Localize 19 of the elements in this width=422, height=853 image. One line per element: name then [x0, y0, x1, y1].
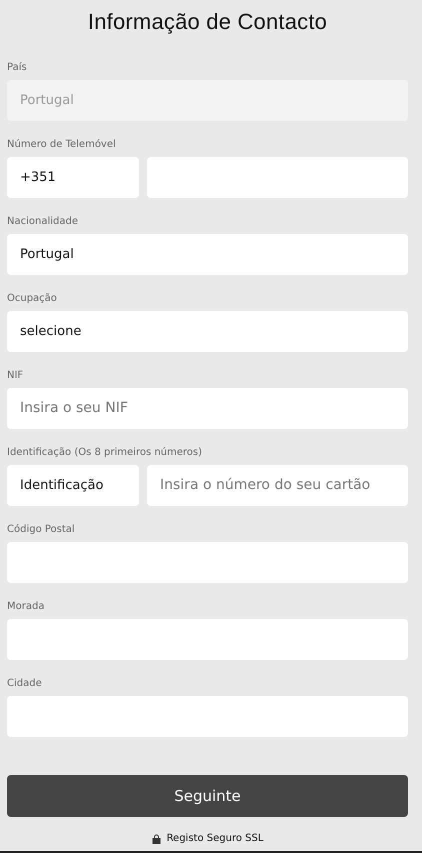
field-label: Identificação (Os 8 primeiros números) [7, 446, 202, 460]
input-field[interactable]: Identificação [7, 465, 139, 506]
input-field[interactable]: Portugal [7, 234, 408, 275]
field-label: Nacionalidade [7, 215, 78, 229]
input-field[interactable]: Insira o seu NIF [7, 388, 408, 429]
field-label: Cidade [7, 677, 42, 691]
field-label: Ocupação [7, 292, 57, 306]
input-field[interactable]: selecione [7, 311, 408, 352]
field-label: País [7, 61, 27, 75]
lock-icon [152, 834, 161, 844]
field-label: NIF [7, 369, 24, 383]
input-field[interactable]: +351 [7, 157, 139, 198]
field-label: Número de Telemóvel [7, 138, 116, 152]
field-label: Código Postal [7, 523, 75, 537]
page-title: Informação de Contacto [88, 9, 328, 36]
secure-note: Registo Seguro SSL [166, 833, 264, 844]
input-field[interactable]: Insira o número do seu cartão [147, 465, 408, 506]
next-button[interactable]: Seguinte [7, 775, 408, 817]
field-label: Morada [7, 600, 44, 614]
